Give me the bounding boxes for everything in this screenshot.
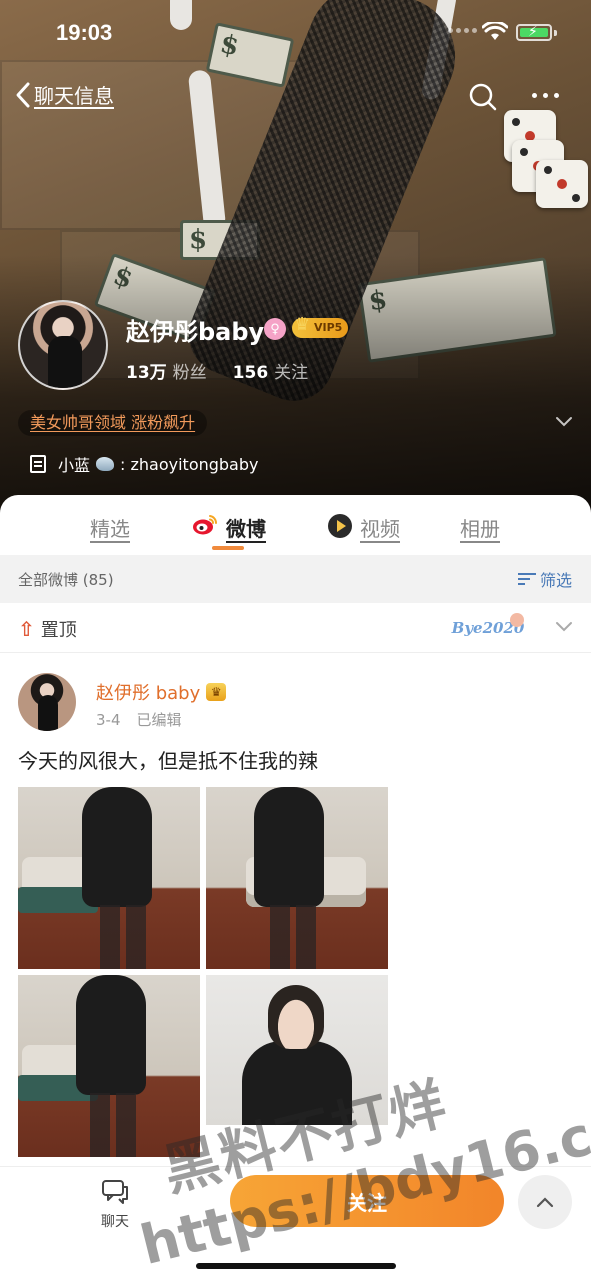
wifi-icon — [482, 22, 508, 40]
chat-label: 聊天 — [101, 1214, 129, 1230]
post-text: 今天的风很大，但是抵不住我的辣 — [18, 749, 318, 773]
home-indicator — [196, 1263, 396, 1269]
pinned-label-group: ⇧ 置顶 — [18, 616, 77, 642]
post-author[interactable]: 赵伊彤 baby ♛ — [96, 679, 227, 705]
content-sheet: 精选 微博 视频 相册 全部微博 (85) 筛选 ⇧ 置顶 Bye2020 赵伊… — [0, 495, 591, 1280]
battery-icon: ⚡ — [516, 24, 552, 41]
video-icon — [328, 514, 352, 538]
blue-label: 小蓝 — [58, 456, 91, 475]
weibo-count: 全部微博 (85) — [18, 571, 114, 589]
back-label: 聊天信息 — [34, 84, 114, 108]
document-icon — [30, 455, 46, 473]
post-edited: 已编辑 — [136, 711, 182, 729]
tab-video[interactable]: 视频 — [360, 513, 400, 542]
mahjong-tile — [536, 160, 588, 208]
post-photo[interactable] — [18, 787, 200, 969]
post-photo[interactable] — [206, 975, 388, 1125]
active-tab-indicator — [212, 546, 244, 550]
post-avatar[interactable] — [18, 673, 76, 731]
status-bar: 19:03 ⚡ — [0, 0, 591, 66]
chat-icon — [102, 1180, 128, 1204]
female-icon: ♀ — [264, 318, 286, 340]
profile-name: 赵伊彤baby — [126, 318, 265, 346]
filter-icon — [518, 572, 536, 586]
following-label[interactable]: 关注 — [274, 363, 308, 383]
chevron-down-icon[interactable] — [554, 414, 574, 428]
scroll-top-button[interactable] — [518, 1175, 572, 1229]
crown-icon: ♛ — [294, 314, 311, 335]
post-meta: 3-4 已编辑 — [96, 709, 182, 730]
bird-icon — [96, 457, 115, 471]
post-photo[interactable] — [206, 787, 388, 969]
vip-badge[interactable]: ♛ VIP5 — [292, 314, 349, 338]
nav-bar: 聊天信息 — [0, 70, 591, 122]
filter-button[interactable]: 筛选 — [518, 567, 572, 591]
signal-icon — [448, 28, 477, 33]
vip-label: VIP5 — [314, 321, 343, 334]
profile-summary: 赵伊彤baby ♀ ♛ VIP5 13万 粉丝 156 关注 — [18, 300, 578, 400]
avatar[interactable] — [18, 300, 108, 390]
follow-button[interactable]: 关注 — [230, 1175, 504, 1227]
search-icon[interactable] — [468, 82, 498, 112]
chat-button[interactable]: 聊天 — [92, 1179, 138, 1231]
domain-tag[interactable]: 美女帅哥领域 涨粉飙升 — [18, 410, 208, 436]
filter-label: 筛选 — [540, 571, 573, 590]
pin-icon: ⇧ — [18, 617, 35, 641]
followers-label[interactable]: 粉丝 — [173, 363, 207, 383]
chevron-left-icon — [16, 82, 30, 107]
post-date: 3-4 — [96, 711, 121, 729]
chevron-down-icon[interactable] — [554, 619, 574, 633]
followers-count[interactable]: 13万 — [126, 363, 167, 383]
blue-id-row[interactable]: 小蓝 : zhaoyitongbaby — [30, 452, 258, 476]
status-time: 19:03 — [56, 20, 113, 45]
following-count[interactable]: 156 — [233, 363, 269, 383]
more-icon[interactable] — [532, 82, 559, 108]
filter-bar: 全部微博 (85) 筛选 — [0, 555, 591, 603]
chevron-up-icon — [536, 1197, 554, 1208]
card-badge: Bye2020 — [438, 611, 538, 645]
profile-stats: 13万 粉丝 156 关注 — [126, 358, 334, 383]
blue-id: : zhaoyitongbaby — [120, 454, 259, 474]
tab-featured[interactable]: 精选 — [90, 513, 130, 542]
crown-icon: ♛ — [206, 683, 227, 701]
tab-album[interactable]: 相册 — [460, 513, 500, 542]
pinned-label: 置顶 — [40, 620, 77, 641]
post-photo[interactable] — [18, 975, 200, 1157]
tab-weibo[interactable]: 微博 — [226, 513, 266, 542]
back-button[interactable]: 聊天信息 — [14, 80, 114, 109]
battery-nub — [554, 30, 557, 36]
tab-bar: 精选 微博 视频 相册 — [0, 495, 591, 555]
bottom-action-bar: 聊天 关注 — [0, 1166, 591, 1280]
author-name: 赵伊彤 baby — [96, 683, 201, 704]
weibo-icon — [193, 515, 218, 535]
pinned-row[interactable]: ⇧ 置顶 Bye2020 — [0, 603, 591, 653]
